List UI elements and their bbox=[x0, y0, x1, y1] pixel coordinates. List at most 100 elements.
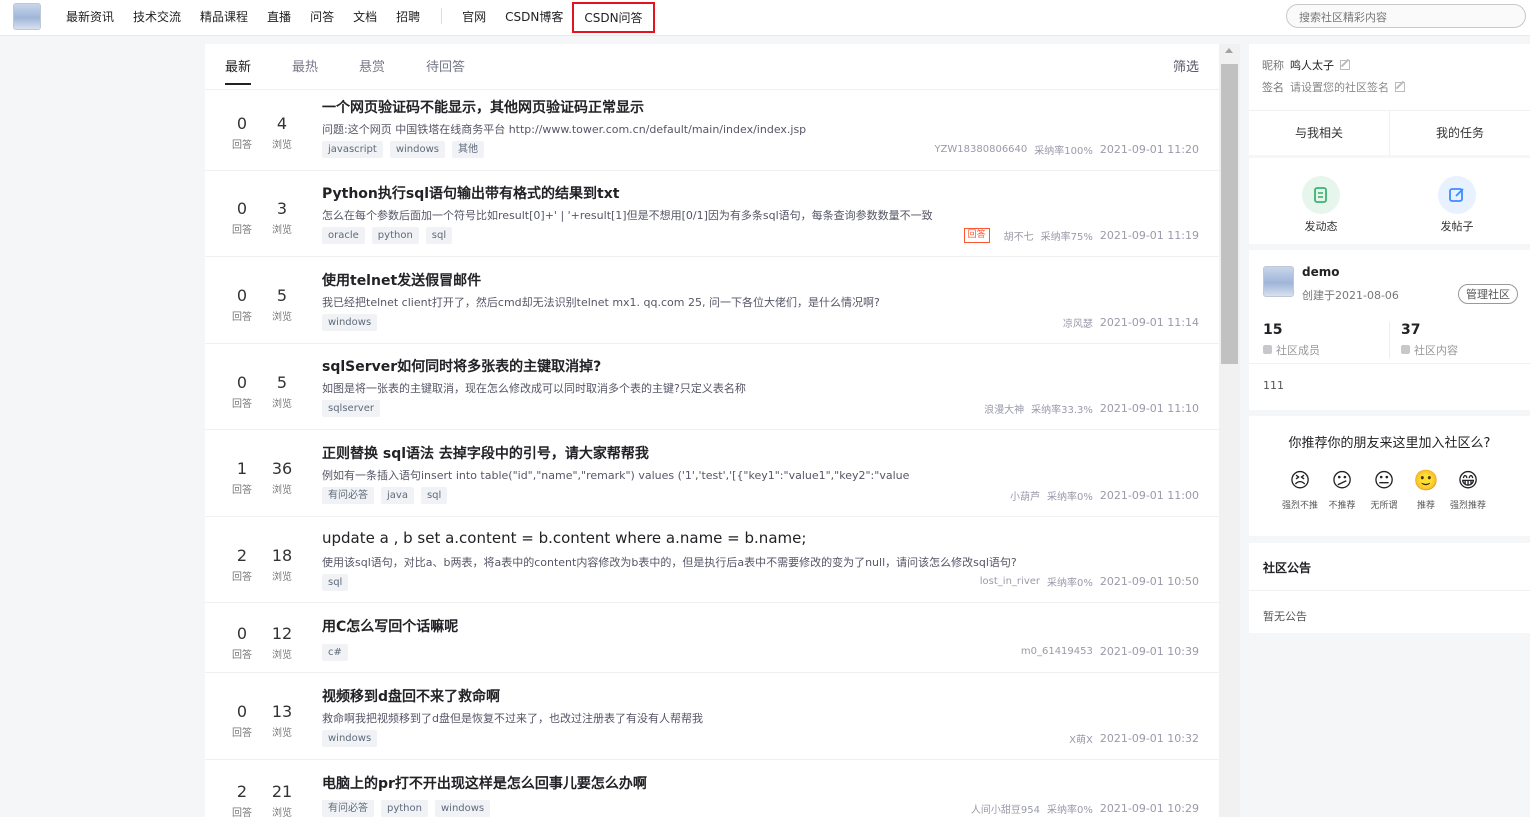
answer-count: 0 回答 bbox=[232, 702, 252, 739]
nav-item-jobs[interactable]: 招聘 bbox=[396, 8, 420, 25]
question-title[interactable]: 用C怎么写回个话嘛呢 bbox=[322, 616, 458, 636]
notice-card: 社区公告 暂无公告 bbox=[1249, 543, 1530, 633]
nav-item-qa[interactable]: 问答 bbox=[310, 8, 334, 25]
user-icon bbox=[1263, 345, 1272, 354]
post-status-button[interactable]: 发动态 bbox=[1281, 176, 1361, 234]
accept-rate: 采纳率0% bbox=[1047, 805, 1093, 816]
nav-item-news[interactable]: 最新资讯 bbox=[66, 8, 114, 25]
site-logo[interactable] bbox=[13, 3, 41, 30]
tag[interactable]: java bbox=[381, 487, 414, 504]
nav-item-live[interactable]: 直播 bbox=[267, 8, 291, 25]
author-name[interactable]: m0_61419453 bbox=[1021, 646, 1093, 657]
post-thread-button[interactable]: 发帖子 bbox=[1417, 176, 1497, 234]
tab-my-tasks[interactable]: 我的任务 bbox=[1389, 111, 1530, 155]
question-row[interactable]: 0 回答 13 浏览 视频移到d盘回不来了救命啊 救命啊我把视频移到了d盘但是恢复不… bbox=[205, 673, 1219, 760]
rating-option[interactable]: 😁 强烈推荐 bbox=[1447, 468, 1489, 511]
question-row[interactable]: 0 回答 3 浏览 Python执行sql语句输出带有格式的结果到txt 怎么在每个… bbox=[205, 171, 1219, 257]
tag-list: javascript windows 其他 bbox=[322, 141, 491, 158]
answer-badge[interactable]: 回答 bbox=[963, 228, 990, 243]
list-scrollbar[interactable] bbox=[1219, 44, 1240, 817]
question-row[interactable]: 0 回答 5 浏览 使用telnet发送假冒邮件 我已经把telnet client… bbox=[205, 257, 1219, 344]
nav-item-docs[interactable]: 文档 bbox=[353, 8, 377, 25]
question-row[interactable]: 0 回答 12 浏览 用C怎么写回个话嘛呢 c# m0_61419453 2021-… bbox=[205, 603, 1219, 673]
question-title[interactable]: sqlServer如何同时将多张表的主键取消掉? bbox=[322, 356, 601, 376]
author-name[interactable]: 胡不七 bbox=[1004, 228, 1034, 243]
author-name[interactable]: 人间小甜豆954 bbox=[971, 801, 1040, 816]
tag[interactable]: 有问必答 bbox=[322, 800, 374, 817]
filter-button[interactable]: 筛选 bbox=[1173, 56, 1199, 75]
tag[interactable]: windows bbox=[322, 314, 378, 331]
question-title[interactable]: 使用telnet发送假冒邮件 bbox=[322, 270, 481, 290]
edit-icon[interactable] bbox=[1395, 82, 1405, 92]
main-nav: 最新资讯 技术交流 精品课程 直播 问答 文档 招聘 官网 CSDN博客 CSD… bbox=[66, 0, 674, 33]
question-title[interactable]: 一个网页验证码不能显示，其他网页验证码正常显示 bbox=[322, 97, 644, 117]
nav-item-tech[interactable]: 技术交流 bbox=[133, 8, 181, 25]
tag[interactable]: sql bbox=[420, 487, 448, 504]
nav-divider bbox=[441, 8, 443, 24]
tag[interactable]: javascript bbox=[322, 141, 383, 158]
nav-item-blog[interactable]: CSDN博客 bbox=[505, 8, 563, 25]
tag[interactable]: sql bbox=[425, 227, 453, 244]
tag[interactable]: windows bbox=[389, 141, 445, 158]
tab-latest[interactable]: 最新 bbox=[225, 56, 252, 85]
tab-hot[interactable]: 最热 bbox=[292, 56, 318, 75]
search-input[interactable]: 搜索社区精彩内容 bbox=[1286, 4, 1526, 28]
post-time: 2021-09-01 10:50 bbox=[1099, 575, 1199, 588]
tag[interactable]: c# bbox=[322, 644, 348, 661]
face-icon: 😕 bbox=[1331, 468, 1353, 492]
rating-option[interactable]: 😐 无所谓 bbox=[1363, 468, 1405, 511]
question-row[interactable]: 2 回答 18 浏览 update a , b set a.content = b.… bbox=[205, 517, 1219, 603]
author-name[interactable]: lost_in_river bbox=[980, 576, 1040, 587]
community-avatar[interactable] bbox=[1263, 266, 1294, 297]
answer-count: 0 回答 bbox=[232, 114, 252, 151]
member-count[interactable]: 15 社区成员 bbox=[1263, 322, 1320, 358]
rating-option[interactable]: 😕 不推荐 bbox=[1321, 468, 1363, 511]
recommend-card: 你推荐你的朋友来这里加入社区么? 😣 强烈不推 😕 不推荐 😐 无所谓 🙂 推荐 😁 强烈… bbox=[1249, 416, 1530, 536]
question-row[interactable]: 0 回答 5 浏览 sqlServer如何同时将多张表的主键取消掉? 如图是将一张表… bbox=[205, 344, 1219, 430]
tag[interactable]: sqlserver bbox=[322, 400, 380, 417]
author-name[interactable]: 凉风瑟 bbox=[1063, 315, 1093, 330]
tag[interactable]: 其他 bbox=[451, 141, 484, 158]
list-tabs: 最新 最热 悬赏 待回答 筛选 bbox=[205, 44, 1219, 90]
tag[interactable]: windows bbox=[322, 730, 378, 747]
question-title[interactable]: 电脑上的pr打不开出现这样是怎么回事儿要怎么办啊 bbox=[322, 773, 647, 793]
nav-item-courses[interactable]: 精品课程 bbox=[200, 8, 248, 25]
scroll-thumb[interactable] bbox=[1221, 64, 1238, 364]
view-count: 13 浏览 bbox=[271, 702, 293, 739]
post-time: 2021-09-01 11:10 bbox=[1099, 402, 1199, 415]
question-row[interactable]: 2 回答 21 浏览 电脑上的pr打不开出现这样是怎么回事儿要怎么办啊 有问必答 p… bbox=[205, 760, 1219, 817]
edit-icon[interactable] bbox=[1340, 60, 1350, 70]
tab-related-to-me[interactable]: 与我相关 bbox=[1249, 111, 1389, 155]
tab-unanswered[interactable]: 待回答 bbox=[426, 56, 465, 75]
rating-option[interactable]: 😣 强烈不推 bbox=[1279, 468, 1321, 511]
signature-line: 签名 请设置您的社区签名 bbox=[1262, 79, 1405, 95]
rating-option[interactable]: 🙂 推荐 bbox=[1405, 468, 1447, 511]
question-title[interactable]: Python执行sql语句输出带有格式的结果到txt bbox=[322, 183, 619, 203]
question-row[interactable]: 1 回答 36 浏览 正则替换 sql语法 去掉字段中的引号，请大家帮帮我 例如有一… bbox=[205, 430, 1219, 517]
community-created: 创建于2021-08-06 bbox=[1302, 289, 1399, 302]
content-count[interactable]: 37 社区内容 bbox=[1401, 322, 1458, 358]
tag[interactable]: python bbox=[371, 227, 419, 244]
author-name[interactable]: 浪漫大神 bbox=[984, 401, 1024, 416]
tag[interactable]: windows bbox=[434, 800, 491, 817]
question-title[interactable]: update a , b set a.content = b.content w… bbox=[322, 529, 806, 547]
manage-community-button[interactable]: 管理社区 bbox=[1458, 284, 1518, 304]
post-time: 2021-09-01 11:19 bbox=[1099, 229, 1199, 242]
nav-item-csdn-qa[interactable]: CSDN问答 bbox=[572, 1, 655, 33]
question-title[interactable]: 视频移到d盘回不来了救命啊 bbox=[322, 686, 500, 706]
tag[interactable]: oracle bbox=[322, 227, 365, 244]
question-meta: YZW18380806640 采纳率100% 2021-09-01 11:20 bbox=[934, 142, 1199, 157]
answer-count: 2 回答 bbox=[232, 546, 252, 583]
question-title[interactable]: 正则替换 sql语法 去掉字段中的引号，请大家帮帮我 bbox=[322, 443, 649, 463]
author-name[interactable]: X萌X bbox=[1069, 731, 1093, 746]
question-row[interactable]: 0 回答 4 浏览 一个网页验证码不能显示，其他网页验证码正常显示 问题:这个网页 … bbox=[205, 91, 1219, 171]
tag[interactable]: python bbox=[381, 800, 428, 817]
community-name[interactable]: demo bbox=[1302, 265, 1339, 279]
author-name[interactable]: 小葫芦 bbox=[1010, 488, 1040, 503]
tag[interactable]: 有问必答 bbox=[322, 487, 374, 504]
author-name[interactable]: YZW18380806640 bbox=[934, 144, 1027, 155]
tab-bounty[interactable]: 悬赏 bbox=[359, 56, 385, 75]
nav-item-official[interactable]: 官网 bbox=[462, 8, 486, 25]
tag[interactable]: sql bbox=[322, 574, 349, 591]
scroll-up-arrow-icon[interactable] bbox=[1225, 48, 1233, 53]
